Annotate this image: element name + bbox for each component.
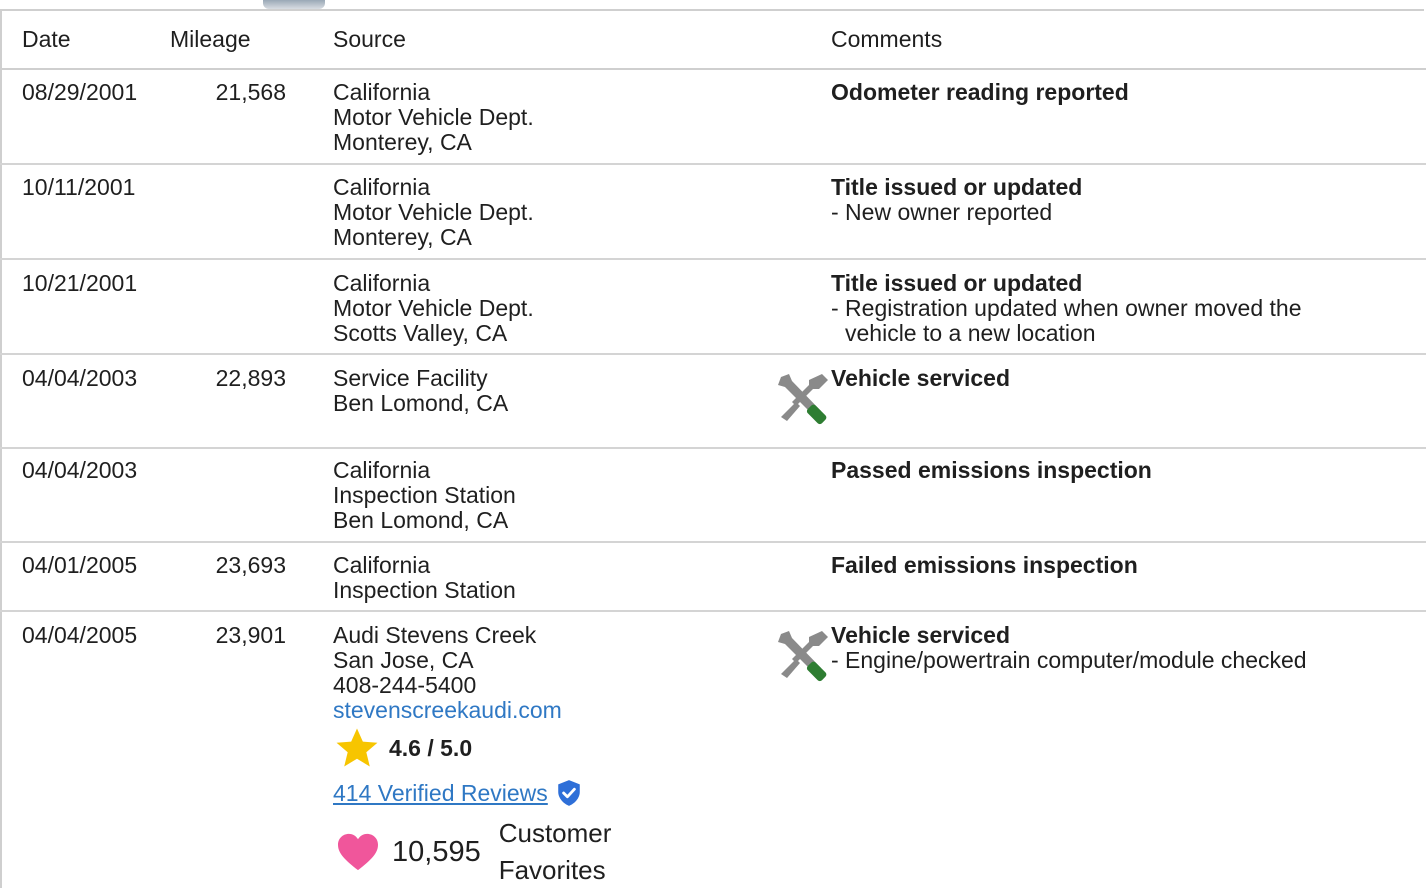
customer-favorites: 10,595 Customer Favorites xyxy=(336,815,611,889)
row-comments: Vehicle serviced xyxy=(831,366,1010,391)
source-line: California xyxy=(333,174,431,200)
source-line: Inspection Station xyxy=(333,577,516,603)
row-comments: Failed emissions inspection xyxy=(831,553,1138,578)
comment-detail: - New owner reported xyxy=(831,199,1053,225)
table-row: 10/11/2001 California Motor Vehicle Dept… xyxy=(0,165,1426,260)
comment-title: Failed emissions inspection xyxy=(831,552,1138,578)
row-date: 10/11/2001 xyxy=(22,174,136,200)
row-source: California Inspection Station Ben Lomond… xyxy=(333,458,516,533)
source-line: Motor Vehicle Dept. xyxy=(333,199,534,225)
source-line: Motor Vehicle Dept. xyxy=(333,104,534,130)
source-line: California xyxy=(333,270,431,296)
header-mileage: Mileage xyxy=(170,26,251,52)
row-comments: Title issued or updated - New owner repo… xyxy=(831,175,1082,225)
row-date: 08/29/2001 xyxy=(22,79,138,105)
favorites-label-line: Customer xyxy=(498,818,612,848)
comment-detail: - Registration updated when owner moved … xyxy=(831,295,1302,321)
favorites-label: Customer Favorites xyxy=(499,815,612,889)
verified-shield-icon xyxy=(558,780,580,806)
row-source: Audi Stevens Creek San Jose, CA 408-244-… xyxy=(333,623,562,723)
source-line: Audi Stevens Creek xyxy=(333,622,537,648)
source-line: California xyxy=(333,79,431,105)
comment-title: Odometer reading reported xyxy=(831,79,1129,105)
comment-title: Vehicle serviced xyxy=(831,365,1011,391)
header-source: Source xyxy=(333,26,406,52)
table-row: 04/04/2003 California Inspection Station… xyxy=(0,449,1426,543)
row-date: 04/04/2003 xyxy=(22,457,138,483)
source-line: 408-244-5400 xyxy=(333,672,477,698)
row-comments: Passed emissions inspection xyxy=(831,458,1152,483)
favorites-label-line: Favorites xyxy=(498,855,606,885)
comment-title: Vehicle serviced xyxy=(831,622,1011,648)
header-comments: Comments xyxy=(831,26,943,52)
dealer-rating: 4.6 / 5.0 xyxy=(335,727,472,769)
wrench-screwdriver-icon xyxy=(778,631,828,682)
row-date: 04/04/2003 xyxy=(22,365,138,391)
vehicle-thumbnail xyxy=(263,0,325,9)
comment-detail: vehicle to a new location xyxy=(845,320,1096,346)
comment-title: Title issued or updated xyxy=(831,174,1083,200)
source-line: California xyxy=(333,552,431,578)
comment-detail: - Engine/powertrain computer/module chec… xyxy=(831,647,1307,673)
source-line: Motor Vehicle Dept. xyxy=(333,295,534,321)
table-row: 04/04/2005 23,901 Audi Stevens Creek San… xyxy=(0,612,1426,888)
star-icon xyxy=(336,728,378,767)
heart-icon xyxy=(338,833,378,871)
row-source: California Inspection Station xyxy=(333,553,516,603)
source-line: Monterey, CA xyxy=(333,129,472,155)
verified-reviews-link[interactable]: 414 Verified Reviews xyxy=(333,780,548,807)
dealer-website-link[interactable]: stevenscreekaudi.com xyxy=(333,698,562,723)
source-line: Service Facility xyxy=(333,365,488,391)
row-mileage: 21,568 xyxy=(215,79,286,105)
source-line: Ben Lomond, CA xyxy=(333,507,509,533)
comment-title: Title issued or updated xyxy=(831,270,1083,296)
table-row: 04/04/2003 22,893 Service Facility Ben L… xyxy=(0,355,1426,449)
wrench-screwdriver-icon xyxy=(778,374,828,425)
row-date: 04/04/2005 xyxy=(22,622,138,648)
row-date: 10/21/2001 xyxy=(22,270,138,296)
row-mileage: 23,693 xyxy=(215,552,286,578)
row-source: California Motor Vehicle Dept. Monterey,… xyxy=(333,80,534,155)
source-line: Ben Lomond, CA xyxy=(333,390,509,416)
favorites-count: 10,595 xyxy=(392,835,481,868)
table-header: Date Mileage Source Comments xyxy=(0,10,1426,70)
row-comments: Odometer reading reported xyxy=(831,80,1129,105)
row-source: California Motor Vehicle Dept. Monterey,… xyxy=(333,175,534,250)
row-comments: Vehicle serviced - Engine/powertrain com… xyxy=(831,623,1307,673)
row-date: 04/01/2005 xyxy=(22,552,138,578)
source-line: Scotts Valley, CA xyxy=(333,320,508,346)
source-line: San Jose, CA xyxy=(333,647,474,673)
row-mileage: 22,893 xyxy=(215,365,286,391)
source-line: Inspection Station xyxy=(333,482,516,508)
verified-reviews: 414 Verified Reviews xyxy=(333,779,582,807)
comment-title: Passed emissions inspection xyxy=(831,457,1152,483)
header-date: Date xyxy=(22,26,71,52)
source-line: Monterey, CA xyxy=(333,224,472,250)
row-comments: Title issued or updated - Registration u… xyxy=(831,271,1302,346)
row-source: Service Facility Ben Lomond, CA xyxy=(333,366,508,416)
source-line: California xyxy=(333,457,431,483)
rating-value: 4.6 / 5.0 xyxy=(389,734,473,761)
row-source: California Motor Vehicle Dept. Scotts Va… xyxy=(333,271,534,346)
row-mileage: 23,901 xyxy=(215,622,286,648)
table-row: 04/01/2005 23,693 California Inspection … xyxy=(0,543,1426,612)
table-row: 10/21/2001 California Motor Vehicle Dept… xyxy=(0,260,1426,355)
table-row: 08/29/2001 21,568 California Motor Vehic… xyxy=(0,72,1426,165)
